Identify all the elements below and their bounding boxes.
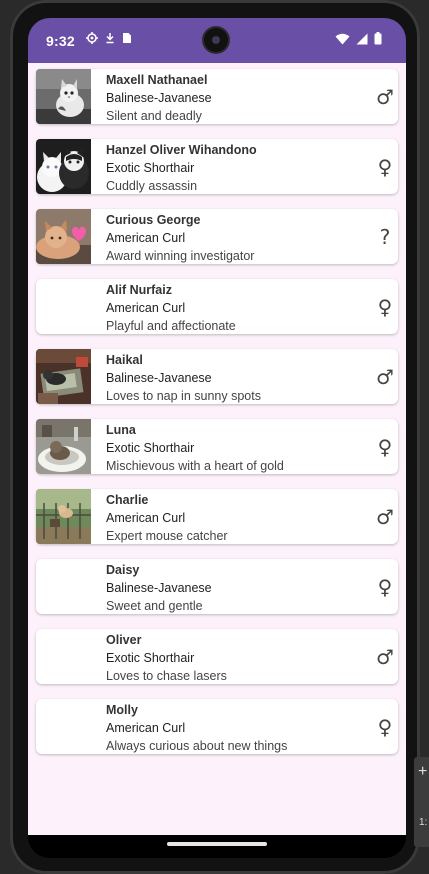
cat-card[interactable]: Hanzel Oliver Wihandono Exotic Shorthair… [36,139,398,194]
unknown-gender-icon: ? [379,225,391,249]
cat-photo [36,69,91,124]
cat-card[interactable]: Curious George American Curl Award winni… [36,209,398,264]
cat-name: Hanzel Oliver Wihandono [106,143,257,157]
cat-name: Alif Nurfaiz [106,283,172,297]
zoom-in-icon[interactable]: + [418,763,427,781]
cat-info: Alif Nurfaiz American Curl Playful and a… [106,281,366,335]
female-symbol-icon: ♀ [377,155,393,179]
phone-frame: 9:32 Maxell Nathanael Balinese-Javanese … [10,0,420,874]
cat-name: Haikal [106,353,143,367]
cat-breed: American Curl [106,721,186,735]
cat-photo-empty [36,629,91,684]
sim-card-icon [123,33,131,43]
male-symbol-icon: ♂ [376,365,394,389]
cat-description: Loves to nap in sunny spots [106,389,261,403]
cat-info: Hanzel Oliver Wihandono Exotic Shorthair… [106,141,366,195]
status-time: 9:32 [46,33,75,49]
cat-description: Playful and affectionate [106,319,236,333]
cat-description: Expert mouse catcher [106,529,228,543]
cat-description: Award winning investigator [106,249,255,263]
cat-breed: American Curl [106,511,186,525]
cat-description: Mischievous with a heart of gold [106,459,284,473]
cat-description: Always curious about new things [106,739,288,753]
cat-photo [36,419,91,474]
emulator-side-toolbar: + 1: [414,757,429,847]
cat-name: Oliver [106,633,142,647]
cat-info: Molly American Curl Always curious about… [106,701,366,755]
cat-info: Curious George American Curl Award winni… [106,211,366,265]
cat-info: Charlie American Curl Expert mouse catch… [106,491,366,545]
cat-description: Loves to chase lasers [106,669,227,683]
cat-name: Luna [106,423,136,437]
cat-info: Haikal Balinese-Javanese Loves to nap in… [106,351,366,405]
home-gesture-handle[interactable] [167,842,267,846]
cat-name: Daisy [106,563,140,577]
cat-card[interactable]: Haikal Balinese-Javanese Loves to nap in… [36,349,398,404]
cat-breed: Balinese-Javanese [106,581,212,595]
cat-card[interactable]: Oliver Exotic Shorthair Loves to chase l… [36,629,398,684]
cat-info: Maxell Nathanael Balinese-Javanese Silen… [106,71,366,125]
cat-photo [36,489,91,544]
cat-description: Silent and deadly [106,109,202,123]
status-system-icons [335,32,382,45]
cat-name: Molly [106,703,138,717]
cat-breed: Exotic Shorthair [106,161,195,175]
cat-info: Luna Exotic Shorthair Mischievous with a… [106,421,366,475]
cat-card[interactable]: Daisy Balinese-Javanese Sweet and gentle… [36,559,398,614]
cat-photo [36,209,91,264]
cat-photo [36,139,91,194]
cat-card[interactable]: Maxell Nathanael Balinese-Javanese Silen… [36,69,398,124]
cat-description: Cuddly assassin [106,179,198,193]
navigation-bar [28,835,406,858]
female-symbol-icon: ♀ [377,435,393,459]
male-symbol-icon: ♂ [376,505,394,529]
female-symbol-icon: ♀ [377,575,393,599]
cat-card[interactable]: Alif Nurfaiz American Curl Playful and a… [36,279,398,334]
cat-name: Curious George [106,213,201,227]
cat-list: Maxell Nathanael Balinese-Javanese Silen… [36,69,398,769]
front-camera [204,28,228,52]
download-arrow-icon [106,33,114,44]
status-bar: 9:32 [28,18,406,63]
cat-photo [36,349,91,404]
cat-photo-empty [36,279,91,334]
cat-breed: American Curl [106,231,186,245]
settings-gear-icon [86,32,98,44]
female-symbol-icon: ♀ [377,295,393,319]
wifi-icon [335,33,350,44]
cat-card[interactable]: Charlie American Curl Expert mouse catch… [36,489,398,544]
female-symbol-icon: ♀ [377,715,393,739]
cat-breed: American Curl [106,301,186,315]
cat-list-screen: Maxell Nathanael Balinese-Javanese Silen… [28,63,406,835]
cat-breed: Exotic Shorthair [106,441,195,455]
status-notification-icons [86,32,132,44]
cat-breed: Balinese-Javanese [106,371,212,385]
cellular-signal-icon [356,33,368,44]
phone-screen: 9:32 Maxell Nathanael Balinese-Javanese … [28,18,406,858]
cat-card[interactable]: Luna Exotic Shorthair Mischievous with a… [36,419,398,474]
male-symbol-icon: ♂ [376,645,394,669]
battery-icon [374,32,382,45]
zoom-level-label: 1: [419,817,428,828]
cat-name: Maxell Nathanael [106,73,208,87]
cat-name: Charlie [106,493,149,507]
cat-photo-empty [36,559,91,614]
cat-info: Daisy Balinese-Javanese Sweet and gentle [106,561,366,615]
cat-breed: Exotic Shorthair [106,651,195,665]
cat-description: Sweet and gentle [106,599,203,613]
cat-card[interactable]: Molly American Curl Always curious about… [36,699,398,754]
cat-photo-empty [36,699,91,754]
male-symbol-icon: ♂ [376,85,394,109]
cat-info: Oliver Exotic Shorthair Loves to chase l… [106,631,366,685]
cat-breed: Balinese-Javanese [106,91,212,105]
